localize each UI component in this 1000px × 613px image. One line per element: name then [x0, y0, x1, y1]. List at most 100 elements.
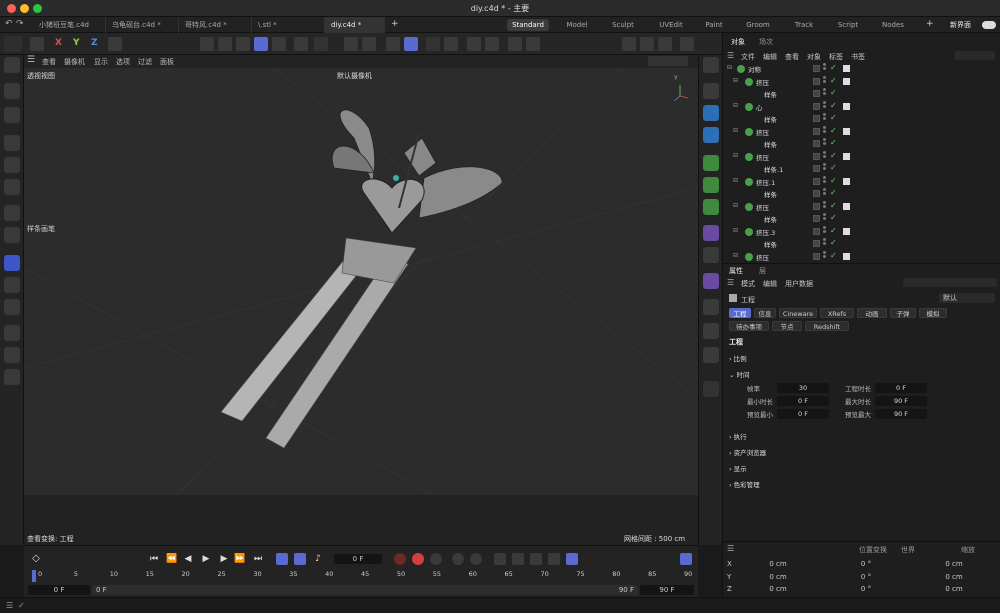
tools-menu-icon[interactable] [4, 107, 20, 123]
object-name[interactable]: 挤压 [756, 77, 769, 87]
enabled-check-icon[interactable]: ✓ [830, 251, 837, 260]
go-to-end-icon[interactable]: ⏭ [252, 553, 264, 565]
layer-checkbox[interactable] [813, 165, 820, 172]
viewport-menu-icon[interactable]: ☰ [27, 55, 35, 65]
object-row[interactable]: 样条 ✓ [723, 88, 1000, 101]
group-display[interactable]: › 显示 [729, 463, 747, 473]
redo-icon[interactable]: ↷ [16, 19, 24, 29]
scene-icon[interactable] [703, 273, 719, 289]
tag-icon[interactable] [843, 65, 850, 72]
enabled-check-icon[interactable]: ✓ [830, 151, 837, 160]
key-settings-icon[interactable] [430, 553, 442, 565]
cube-icon[interactable] [703, 105, 719, 121]
object-name[interactable]: 挤压.1 [756, 177, 775, 187]
attr-tab-pill[interactable]: XRefs [820, 308, 854, 318]
attr-tab-pill[interactable]: 工程 [729, 308, 751, 318]
tweak-mode-icon[interactable] [314, 37, 328, 51]
viewport-navigation-icons[interactable] [648, 56, 688, 66]
enabled-check-icon[interactable]: ✓ [830, 101, 837, 110]
timeline-ruler[interactable]: 0 5 10 15 20 25 30 35 40 45 50 55 60 65 70 75 80 85 90 [32, 570, 692, 582]
visibility-dots[interactable] [823, 63, 826, 74]
object-row[interactable]: 样条 ✓ [723, 113, 1000, 126]
time-field-input[interactable]: 30 [777, 383, 829, 393]
object-name[interactable]: 样条.1 [764, 164, 783, 174]
attr-menu-edit[interactable]: 编辑 [763, 279, 777, 289]
coord-header-position[interactable]: 位置变换 [859, 545, 887, 555]
layer-checkbox[interactable] [813, 140, 820, 147]
play-icon[interactable]: ▶ [200, 553, 212, 565]
generator-icon[interactable] [703, 155, 719, 171]
group-asset-browser[interactable]: › 资产浏览器 [729, 447, 766, 457]
attr-tab-pill[interactable]: 待办事项 [729, 321, 769, 331]
layer-checkbox[interactable] [813, 202, 820, 210]
visibility-dots[interactable] [823, 113, 826, 124]
time-field-input[interactable]: 90 F [875, 409, 927, 419]
tab-takes[interactable]: 场次 [759, 37, 773, 47]
layer-checkbox[interactable] [813, 215, 820, 222]
object-menu-view[interactable]: 查看 [785, 52, 799, 62]
layer-checkbox[interactable] [813, 177, 820, 185]
attr-menu-mode[interactable]: 模式 [741, 279, 755, 289]
expand-toggle-icon[interactable]: ⊟ [733, 77, 738, 84]
prev-key-icon[interactable]: ⏪ [166, 553, 178, 565]
coord-menu-icon[interactable]: ☰ [727, 544, 734, 553]
visibility-dots[interactable] [823, 75, 826, 87]
coord-rotation-field[interactable]: 0 ° [841, 585, 891, 593]
text-icon[interactable] [703, 127, 719, 143]
enabled-check-icon[interactable]: ✓ [830, 213, 837, 222]
move-tool-icon[interactable] [4, 135, 20, 151]
group-color-management[interactable]: › 色彩管理 [729, 479, 760, 489]
coord-position-field[interactable]: 0 cm [753, 560, 803, 568]
enabled-check-icon[interactable]: ✓ [830, 201, 837, 210]
tag-icon[interactable] [843, 227, 850, 235]
layout-groom[interactable]: Groom [743, 17, 773, 33]
object-name[interactable]: 挤压 [756, 152, 769, 162]
object-name[interactable]: 样条 [764, 189, 777, 199]
tag-icon[interactable] [843, 202, 850, 210]
null-object-icon[interactable] [703, 57, 719, 73]
attr-tab-pill[interactable]: Redshift [805, 321, 849, 331]
add-layout-icon[interactable]: + [926, 19, 934, 29]
new-tab-icon[interactable]: + [391, 19, 399, 29]
scale-key-icon[interactable] [530, 553, 542, 565]
y-axis-lock[interactable]: Y [73, 38, 80, 48]
object-search-icons[interactable] [955, 51, 995, 60]
status-list-icon[interactable]: ☰ [6, 601, 13, 610]
object-name[interactable]: 对称 [748, 64, 761, 74]
object-name[interactable]: 挤压.3 [756, 227, 775, 237]
magnet-tool-icon[interactable] [4, 369, 20, 385]
solo-icon[interactable] [444, 37, 458, 51]
tab-objects[interactable]: 对象 [731, 37, 745, 47]
next-frame-icon[interactable]: ▶ [218, 553, 230, 565]
object-row[interactable]: ⊟ 挤压.3 ✓ [723, 225, 1000, 239]
object-row[interactable]: ⊟ 挤压.1 ✓ [723, 175, 1000, 189]
record-disabled-icon[interactable] [394, 553, 406, 565]
coord-header-scale[interactable]: 缩放 [961, 545, 975, 555]
cloner-icon[interactable] [703, 177, 719, 193]
coord-header-world[interactable]: 世界 [901, 545, 915, 555]
brush-icon[interactable] [4, 325, 20, 341]
time-field-input[interactable]: 0 F [777, 396, 829, 406]
tag-icon[interactable] [843, 152, 850, 160]
layout-model[interactable]: Model [560, 17, 594, 33]
polygons-mode-icon[interactable] [236, 37, 250, 51]
prev-frame-icon[interactable]: ◀ [182, 553, 194, 565]
playhead[interactable] [32, 570, 36, 582]
visibility-dots[interactable] [823, 125, 826, 137]
layer-checkbox[interactable] [813, 190, 820, 197]
environment-icon[interactable] [703, 299, 719, 315]
object-row[interactable]: ⊟ 挤压 ✓ [723, 150, 1000, 164]
layout-standard[interactable]: Standard [507, 19, 549, 31]
object-name[interactable]: 样条 [764, 89, 777, 99]
tab-document-5[interactable]: diy.c4d * [325, 17, 385, 33]
paint-tool-icon[interactable] [4, 347, 20, 363]
layer-checkbox[interactable] [813, 77, 820, 85]
object-menu-bookmarks[interactable]: 书签 [851, 52, 865, 62]
object-name[interactable]: 挤压 [756, 252, 769, 262]
timeline-end-field[interactable]: 90 F [640, 585, 694, 595]
go-to-start-icon[interactable]: ⏮ [148, 553, 160, 565]
light-icon[interactable] [703, 347, 719, 363]
attr-tab-pill[interactable]: 节点 [772, 321, 802, 331]
object-menu-icon[interactable]: ☰ [727, 51, 734, 60]
visibility-dots[interactable] [823, 188, 826, 199]
